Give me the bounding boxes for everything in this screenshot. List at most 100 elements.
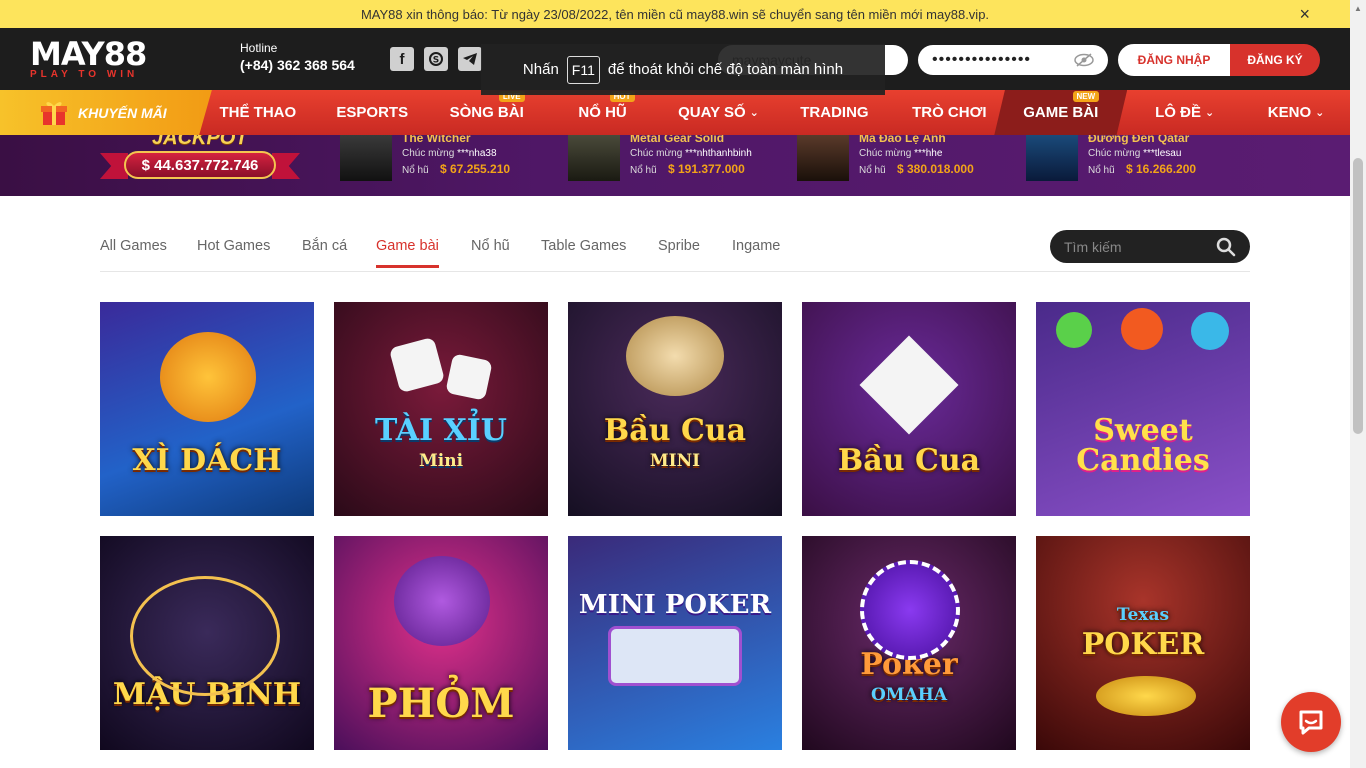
notice-text: MAY88 xin thông báo: Từ ngày 23/08/2022,… — [360, 6, 990, 22]
game-card-phom[interactable]: PHỎM — [334, 536, 548, 750]
tab-game-bai[interactable]: Game bài — [376, 238, 439, 268]
tab-ingame[interactable]: Ingame — [732, 238, 780, 268]
main-nav: KHUYẾN MÃI THỂ THAO ESPORTS SÒNG BÀI LIVE… — [0, 90, 1350, 135]
game-title: Bầu Cua — [837, 443, 981, 478]
tab-hot-games[interactable]: Hot Games — [197, 238, 270, 268]
telegram-icon[interactable] — [458, 47, 482, 71]
chevron-down-icon: ⌄ — [1204, 107, 1215, 119]
game-card-bau-cua-mini[interactable]: Bầu Cua MINI — [568, 302, 782, 516]
dice-art — [445, 353, 493, 401]
page: MAY88 xin thông báo: Từ ngày 23/08/2022,… — [0, 0, 1366, 768]
new-badge: NEW — [1072, 91, 1100, 102]
game-thumbnail — [340, 135, 392, 181]
game-title: Sweet Candies — [1076, 413, 1210, 478]
tab-spribe[interactable]: Spribe — [658, 238, 700, 268]
candy-art — [1056, 312, 1092, 348]
nav-label: QUAY SỐ — [678, 104, 746, 121]
game-title: Texas POKER — [1081, 605, 1205, 662]
game-card-poker-omaha[interactable]: Poker OMAHA — [802, 536, 1016, 750]
winner-amount-line: Nổ hũ $ 191.377.000 — [630, 162, 745, 176]
search-box[interactable]: Tìm kiếm — [1050, 230, 1250, 263]
skype-icon[interactable]: S — [424, 47, 448, 71]
game-card-sweet-candies[interactable]: Sweet Candies — [1036, 302, 1250, 516]
tab-no-hu[interactable]: Nổ hũ — [471, 238, 510, 268]
bowl-art — [626, 316, 724, 396]
nav-promo[interactable]: KHUYẾN MÃI — [0, 90, 212, 135]
jackpot-box: JACKPOT $ 44.637.772.746 — [100, 135, 300, 193]
toast-text-before: Nhấn — [522, 61, 559, 78]
key-f11: F11 — [566, 55, 600, 84]
winner-game: The Witcher — [402, 135, 471, 145]
chat-icon — [1299, 710, 1323, 735]
chip-art — [860, 560, 960, 660]
nav-item-esports[interactable]: ESPORTS — [304, 90, 441, 135]
winner-text: Ma Đao Lệ Ảnh Chúc mừng ***hhe Nổ hũ $ 38… — [859, 135, 1039, 176]
scroll-up-icon[interactable]: ▲ — [1354, 4, 1362, 13]
game-card-texas-poker[interactable]: Texas POKER — [1036, 536, 1250, 750]
nav-promo-label: KHUYẾN MÃI — [78, 104, 167, 121]
logo-slogan: PLAY TO WIN — [30, 69, 139, 80]
nav-item-quay-so[interactable]: QUAY SỐ ⌄ — [673, 90, 765, 135]
winner-game: Ma Đao Lệ Ảnh — [859, 135, 946, 145]
winner-game: Metal Gear Solid — [630, 135, 725, 145]
nav-label: TRADING — [800, 104, 869, 121]
candy-art — [1191, 312, 1229, 350]
tab-ban-ca[interactable]: Bắn cá — [302, 238, 347, 268]
game-card-mini-poker[interactable]: MINI POKER — [568, 536, 782, 750]
jackpot-value: $ 44.637.772.746 — [124, 151, 276, 179]
password-field[interactable]: ••••••••••••••• — [918, 45, 1108, 75]
search-icon[interactable] — [1216, 237, 1236, 257]
chip-art — [394, 556, 490, 646]
winner-amount-line: Nổ hũ $ 380.018.000 — [859, 162, 974, 176]
ribbon-right — [272, 153, 300, 179]
game-title: XÌ DÁCH — [132, 443, 282, 478]
page-scrollbar[interactable]: ▲ — [1350, 0, 1366, 768]
winner-user-line: Chúc mừng ***nha38 — [402, 148, 497, 159]
close-icon[interactable]: × — [1299, 4, 1310, 24]
game-tabs: All Games Hot Games Bắn cá Game bài Nổ h… — [100, 226, 1250, 272]
game-title: Bầu Cua MINI — [603, 413, 747, 472]
social-links: f S — [390, 47, 482, 71]
winner-user-line: Chúc mừng ***nhthanhbinh — [630, 148, 752, 159]
winner-text: Đường Đến Qatar Chúc mừng ***tlesau Nổ h… — [1088, 135, 1268, 176]
ring-art — [130, 576, 280, 696]
nav-item-tro-choi[interactable]: TRÒ CHƠI — [904, 90, 994, 135]
register-button[interactable]: ĐĂNG KÝ — [1230, 44, 1320, 76]
nav-item-no-hu[interactable]: NỔ HŨ HOT — [533, 90, 673, 135]
facebook-icon[interactable]: f — [390, 47, 414, 71]
tab-all-games[interactable]: All Games — [100, 238, 167, 268]
tab-table-games[interactable]: Table Games — [541, 238, 626, 268]
dice-art — [859, 335, 959, 435]
chevron-down-icon: ⌄ — [1315, 107, 1325, 119]
nav-label: TRÒ CHƠI — [912, 104, 987, 121]
nav-label: SÒNG BÀI — [449, 104, 524, 121]
game-card-xi-dach[interactable]: XÌ DÁCH — [100, 302, 314, 516]
winner-text: The Witcher Chúc mừng ***nha38 Nổ hũ $ 67… — [402, 135, 582, 176]
game-card-tai-xiu[interactable]: TÀI XỈU Mini — [334, 302, 548, 516]
nav-item-game-bai[interactable]: GAME BÀI NEW — [994, 90, 1128, 135]
game-card-bau-cua[interactable]: Bầu Cua — [802, 302, 1016, 516]
logo[interactable]: MAY88 PLAY TO WIN — [30, 38, 176, 82]
nav-item-the-thao[interactable]: THỂ THAO — [212, 90, 304, 135]
nav-item-lo-de[interactable]: LÔ ĐỀ ⌄ — [1127, 90, 1242, 135]
eye-off-icon[interactable] — [1074, 53, 1094, 67]
winner-amount-line: Nổ hũ $ 16.266.200 — [1088, 162, 1197, 176]
jackpot-title: JACKPOT — [152, 135, 248, 149]
notice-bar: MAY88 xin thông báo: Từ ngày 23/08/2022,… — [0, 0, 1350, 28]
nav-label: KENO — [1267, 104, 1312, 121]
winner-user-line: Chúc mừng ***tlesau — [1088, 148, 1182, 159]
game-title: MINI POKER — [578, 590, 772, 620]
nav-item-trading[interactable]: TRADING — [764, 90, 904, 135]
nav-label: LÔ ĐỀ — [1155, 104, 1201, 121]
login-button[interactable]: ĐĂNG NHẬP — [1118, 44, 1230, 76]
nav-label: GAME BÀI — [1023, 104, 1099, 121]
nav-label: NỔ HŨ — [578, 104, 627, 121]
game-thumbnail — [797, 135, 849, 181]
chat-button[interactable] — [1281, 692, 1341, 752]
winner-game: Đường Đến Qatar — [1088, 135, 1190, 145]
search-input[interactable]: Tìm kiếm — [1064, 239, 1216, 255]
game-card-mau-binh[interactable]: MẬU BINH — [100, 536, 314, 750]
scroll-thumb[interactable] — [1353, 158, 1363, 434]
nav-item-song-bai[interactable]: SÒNG BÀI LIVE — [441, 90, 533, 135]
nav-item-keno[interactable]: KENO ⌄ — [1242, 90, 1350, 135]
